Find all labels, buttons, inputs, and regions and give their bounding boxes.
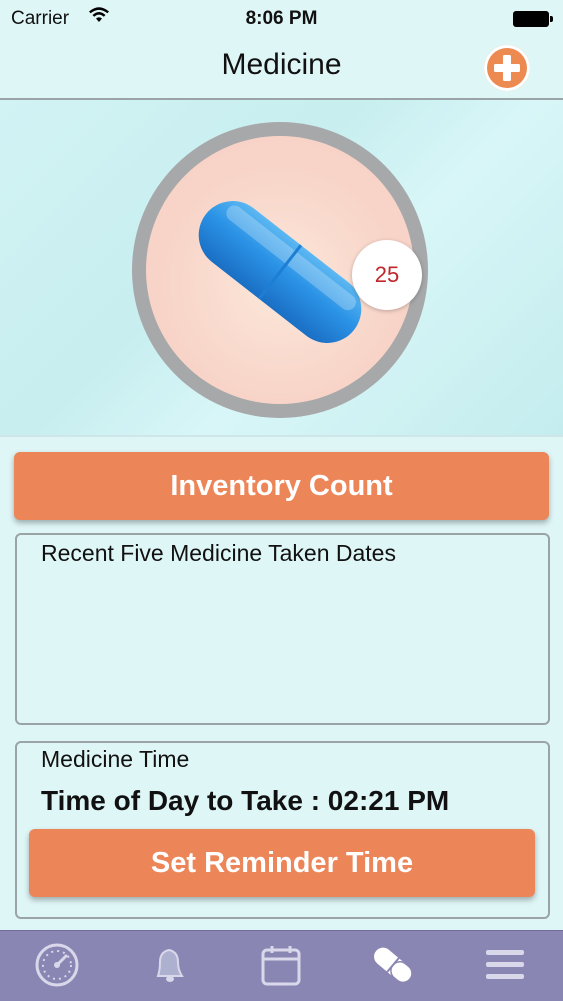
page-title: Medicine [221,48,342,81]
medicine-time-title: Medicine Time [41,746,190,772]
tab-reminders[interactable] [112,931,224,1001]
inventory-count-button[interactable]: Inventory Count [14,452,549,520]
recent-dates-title: Recent Five Medicine Taken Dates [41,540,396,566]
add-medicine-button[interactable] [484,45,530,91]
tab-menu[interactable] [448,931,560,1001]
menu-icon [486,950,524,979]
battery-icon [513,11,553,27]
calendar-icon [261,946,301,986]
inventory-count-badge: 25 [352,240,422,310]
plus-circle-icon [494,55,520,81]
time-of-day-label: Time of Day to Take : 02:21 PM [41,785,450,816]
recent-dates-panel: Recent Five Medicine Taken Dates [15,533,550,725]
status-time: 8:06 PM [245,8,318,29]
status-bar: Carrier 8:06 PM [0,0,563,36]
set-reminder-time-button[interactable]: Set Reminder Time [29,829,535,897]
tab-dashboard[interactable] [0,931,112,1001]
tab-medicine[interactable] [336,931,448,1001]
tab-calendar[interactable] [224,931,336,1001]
bell-icon [156,948,184,982]
tab-bar [0,930,563,1001]
medicine-hero: 25 [0,100,563,437]
dashboard-gauge-icon [35,943,79,987]
navigation-bar: Medicine [0,36,563,100]
pill-icon [374,947,413,984]
